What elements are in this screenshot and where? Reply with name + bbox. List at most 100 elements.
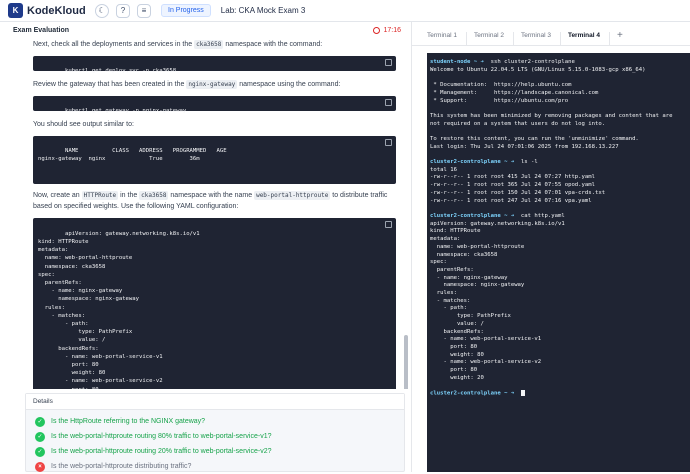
terminal-line-text: Welcome to Ubuntu 22.04.5 LTS (GNU/Linux… bbox=[430, 66, 646, 73]
terminal-line-text: ssh cluster2-controlplane bbox=[487, 59, 575, 65]
terminal-line: Welcome to Ubuntu 22.04.5 LTS (GNU/Linux… bbox=[430, 67, 690, 75]
checks-list: ✓ Is the HttpRoute referring to the NGINX… bbox=[26, 414, 404, 474]
details-panel: Details ✓ Is the HttpRoute referring to t… bbox=[25, 393, 405, 472]
tab-terminal-2[interactable]: Terminal 2 bbox=[474, 32, 514, 45]
code-block: kubectl get gateway -n nginx-gateway bbox=[33, 96, 396, 114]
check-item: ✓ Is the HttpRoute referring to the NGINX… bbox=[26, 414, 404, 429]
instructions-scroll[interactable]: Next, check all the deployments and serv… bbox=[0, 39, 412, 389]
terminal-line: cluster2-controlplane ~ ➜ cat http.yaml bbox=[430, 213, 690, 221]
terminal-line: spec: bbox=[430, 259, 690, 267]
terminal-prompt: cluster2-controlplane ~ ➜ bbox=[430, 159, 518, 166]
terminal-line-text: namespace: nginx-gateway bbox=[430, 282, 525, 289]
check-label: Is the HttpRoute referring to the NGINX … bbox=[51, 418, 206, 425]
text-span: namespace using the command: bbox=[237, 81, 341, 88]
terminal-line: Last login: Thu Jul 24 07:01:06 2025 fro… bbox=[430, 144, 690, 152]
check-pass-icon: ✓ bbox=[35, 431, 45, 442]
terminal-line: port: 80 bbox=[430, 367, 690, 375]
text-span: in the bbox=[118, 191, 140, 199]
scrollbar[interactable] bbox=[404, 335, 408, 389]
top-bar: K KodeKloud ☾ ? ≡ In Progress Lab: CKA M… bbox=[0, 0, 690, 22]
inline-code: cka3658 bbox=[139, 190, 169, 200]
terminal-line: cluster2-controlplane ~ ➜ bbox=[430, 390, 690, 398]
terminal-line-text: -rw-r--r-- 1 root root 415 Jul 24 07:27 … bbox=[430, 174, 596, 181]
help-button[interactable]: ? bbox=[116, 3, 130, 18]
theme-icon: ☾ bbox=[98, 6, 106, 15]
terminal-line-text: rules: bbox=[430, 290, 457, 297]
copy-icon[interactable] bbox=[385, 139, 392, 146]
code-text: kubectl get deploy,svc -n cka3658 bbox=[64, 67, 177, 74]
copy-icon[interactable] bbox=[385, 220, 392, 228]
terminal-line: -rw-r--r-- 1 root root 150 Jul 24 07:01 … bbox=[430, 190, 690, 198]
terminal-line-text: - name: nginx-gateway bbox=[430, 274, 508, 281]
terminal-line: weight: 20 bbox=[430, 375, 690, 383]
tab-terminal-3[interactable]: Terminal 3 bbox=[521, 32, 561, 45]
copy-icon[interactable] bbox=[385, 99, 392, 106]
terminal-line-text: namespace: cka3658 bbox=[430, 251, 498, 258]
terminal-line: metadata: bbox=[430, 236, 690, 244]
copy-icon[interactable] bbox=[385, 59, 392, 66]
terminal-line: name: web-portal-httproute bbox=[430, 244, 690, 252]
terminal-line: type: PathPrefix bbox=[430, 313, 690, 321]
terminal-line-text: - name: web-portal-service-v1 bbox=[430, 336, 542, 343]
terminal-line-text: metadata: bbox=[430, 236, 461, 243]
terminal-line: value: / bbox=[430, 321, 690, 329]
terminal-line: * Documentation: https://help.ubuntu.com bbox=[430, 82, 690, 90]
terminal-line-text: value: / bbox=[430, 320, 484, 327]
terminal-line-text: parentRefs: bbox=[430, 266, 474, 273]
terminal-line-text: ls -l bbox=[517, 159, 538, 166]
terminal-line-text: * Documentation: https://help.ubuntu.com bbox=[430, 82, 572, 89]
check-label: Is the web-portal-httproute distributing… bbox=[51, 463, 192, 470]
tab-terminal-1[interactable]: Terminal 1 bbox=[427, 32, 467, 45]
add-terminal-button[interactable]: + bbox=[617, 30, 623, 45]
check-label: Is the web-portal-httproute routing 20% … bbox=[51, 448, 272, 455]
terminal-line-text: spec: bbox=[430, 259, 447, 266]
terminal-line: weight: 80 bbox=[430, 352, 690, 360]
terminal-line-text: * Management: https://landscape.canonica… bbox=[430, 89, 599, 96]
status-badge: In Progress bbox=[161, 4, 211, 17]
terminal-tabs: Terminal 1 Terminal 2 Terminal 3 Terminal 4… bbox=[412, 22, 690, 46]
terminal-line: rules: bbox=[430, 290, 690, 298]
menu-icon: ≡ bbox=[141, 6, 147, 15]
terminal-line-text: weight: 80 bbox=[430, 351, 484, 358]
panel-title: Exam Evaluation bbox=[13, 27, 70, 34]
terminal-line: student-node ~ ➜ ssh cluster2-controlpla… bbox=[430, 59, 690, 67]
terminal-line-text: This system has been minimized by removi… bbox=[430, 112, 673, 119]
terminal[interactable]: student-node ~ ➜ ssh cluster2-controlpla… bbox=[427, 53, 690, 472]
help-icon: ? bbox=[120, 6, 126, 15]
evaluation-header: Exam Evaluation 17:16 bbox=[0, 22, 411, 39]
terminal-line: namespace: cka3658 bbox=[430, 252, 690, 260]
terminal-panel: Terminal 1 Terminal 2 Terminal 3 Terminal 4… bbox=[412, 22, 690, 472]
theme-toggle-button[interactable]: ☾ bbox=[95, 3, 109, 18]
kodekloud-logo[interactable]: K KodeKloud bbox=[8, 3, 88, 18]
terminal-line-text: port: 80 bbox=[430, 343, 478, 350]
menu-button[interactable]: ≡ bbox=[137, 3, 151, 18]
inline-code: HTTPRoute bbox=[81, 190, 119, 200]
terminal-output[interactable]: student-node ~ ➜ ssh cluster2-controlpla… bbox=[427, 53, 690, 398]
code-block: kubectl get deploy,svc -n cka3658 bbox=[33, 56, 396, 74]
terminal-line: - matches: bbox=[430, 298, 690, 306]
lab-title: Lab: CKA Mock Exam 3 bbox=[220, 6, 306, 15]
check-fail-icon: × bbox=[35, 461, 45, 472]
terminal-line-text: Last login: Thu Jul 24 07:01:06 2025 fro… bbox=[430, 143, 619, 150]
terminal-line-text: weight: 20 bbox=[430, 374, 484, 381]
tab-terminal-4[interactable]: Terminal 4 bbox=[568, 32, 610, 45]
terminal-line: namespace: nginx-gateway bbox=[430, 282, 690, 290]
terminal-line: * Management: https://landscape.canonica… bbox=[430, 90, 690, 98]
terminal-line: - name: web-portal-service-v2 bbox=[430, 359, 690, 367]
terminal-line-text: total 16 bbox=[430, 166, 457, 173]
terminal-line-text: kind: HTTPRoute bbox=[430, 228, 481, 235]
terminal-prompt: cluster2-controlplane ~ ➜ bbox=[430, 212, 518, 219]
terminal-prompt: cluster2-controlplane ~ ➜ bbox=[430, 390, 518, 397]
terminal-line-text: -rw-r--r-- 1 root root 247 Jul 24 07:16 … bbox=[430, 197, 592, 204]
inline-code: web-portal-httproute bbox=[254, 190, 331, 200]
terminal-line: - path: bbox=[430, 305, 690, 313]
details-title: Details bbox=[26, 394, 404, 410]
terminal-line: port: 80 bbox=[430, 344, 690, 352]
terminal-line: - name: web-portal-service-v1 bbox=[430, 336, 690, 344]
terminal-line-text: not required on a system that users do n… bbox=[430, 120, 606, 127]
code-text: apiVersion: gateway.networking.k8s.io/v1… bbox=[38, 230, 200, 389]
